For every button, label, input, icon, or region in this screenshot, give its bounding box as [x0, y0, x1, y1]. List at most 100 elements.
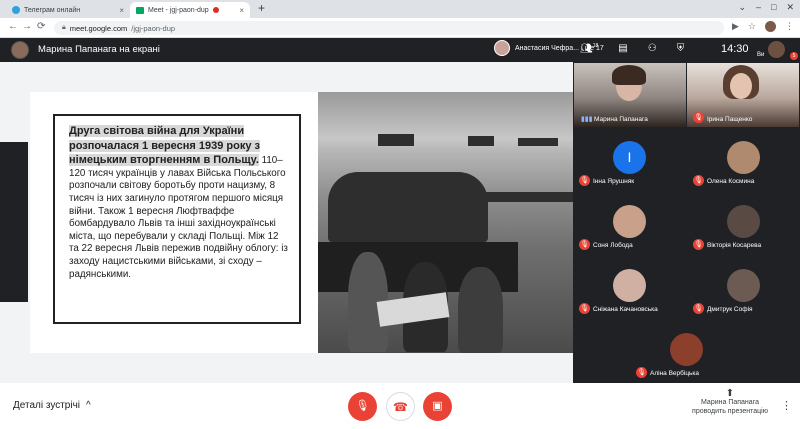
participant-tile[interactable]: 🎙︎ Олена Космина	[687, 128, 800, 192]
browser-tabbar: Телеграм онлайн × Meet - jgj-paon-dup × …	[0, 0, 800, 18]
url-path: /jgj-paon-dup	[131, 23, 176, 33]
meet-header: Марина Папанага на екрані Анастасия Чефр…	[0, 38, 800, 62]
new-tab-button[interactable]: +	[258, 1, 265, 15]
participant-name: Сніжана Качановська	[593, 306, 658, 313]
window-controls: ⌄ – □ ✕	[738, 2, 794, 13]
participant-tile[interactable]: ▮▮▮ Марина Папанага	[574, 63, 686, 127]
slide-body: 110–120 тисяч українців у лавах Війська …	[69, 155, 288, 280]
meet-icon	[136, 6, 144, 14]
participant-tile[interactable]: 🎙︎ Сніжана Качановська	[573, 256, 686, 320]
leave-call-button[interactable]: ☎︎	[386, 392, 415, 421]
photo-tank-gun	[478, 192, 573, 202]
meeting-time: 14:30	[721, 43, 749, 55]
participant-avatar	[613, 205, 646, 238]
notification-badge: 5	[790, 52, 798, 60]
back-icon[interactable]: ←	[8, 21, 18, 32]
people-count: 18	[592, 43, 599, 49]
participant-avatar	[494, 40, 510, 56]
tab-title: Meet - jgj-paon-dup	[148, 6, 209, 14]
camera-off-icon: ▣	[432, 400, 443, 412]
mic-off-icon: 🎙︎	[355, 400, 370, 412]
close-tab-icon[interactable]: ×	[239, 6, 244, 15]
participant-avatar: І	[613, 141, 646, 174]
profile-avatar[interactable]	[765, 21, 776, 32]
browser-actions: ▶︎ ☆ ⋮	[732, 21, 794, 32]
url-input[interactable]: 🔒︎ meet.google.com/jgj-paon-dup	[54, 21, 724, 35]
meet-header-icons: 👥︎18 ▤ ⚇ ⛨	[580, 43, 684, 54]
forward-icon[interactable]: →	[22, 21, 32, 32]
participant-face	[730, 73, 752, 99]
minimize-icon[interactable]: –	[756, 2, 761, 13]
participant-avatar	[613, 269, 646, 302]
self-avatar[interactable]	[768, 41, 785, 58]
presentation-status-button[interactable]: ⬆︎ Марина Папанага проводить презентацію	[690, 389, 770, 416]
participant-avatar	[727, 205, 760, 238]
bookmark-star-icon[interactable]: ☆	[748, 21, 756, 32]
close-tab-icon[interactable]: ×	[119, 6, 124, 15]
slide-textbox: Друга світова війна для України розпочал…	[53, 114, 301, 324]
tab-search-icon[interactable]: ⌄	[738, 2, 746, 13]
hang-up-icon: ☎︎	[393, 400, 408, 414]
participant-tile[interactable]: І 🎙︎ Інна Ярушняк	[573, 128, 686, 192]
lock-icon: 🔒︎	[62, 24, 66, 31]
safety-icon[interactable]: ⛨	[677, 43, 685, 54]
meeting-details-label: Деталі зустрічі	[13, 400, 81, 411]
more-options-icon[interactable]: ⋮	[781, 399, 792, 412]
participant-name: Олена Космина	[707, 178, 755, 185]
people-icon[interactable]: 👥︎18	[580, 43, 598, 54]
browser-menu-icon[interactable]: ⋮	[785, 21, 794, 32]
mic-off-icon: 🎙︎	[579, 303, 590, 314]
photo-distant-tank	[468, 136, 494, 146]
participant-name: Вікторія Косарева	[707, 242, 762, 249]
meeting-details-button[interactable]: Деталі зустрічі ^	[13, 400, 91, 411]
camera-indicator-icon[interactable]: ▶︎	[732, 21, 739, 32]
presenter-avatar	[11, 41, 29, 59]
presenting-title: Марина Папанага на екрані	[38, 44, 160, 55]
meeting-controls-bar: Деталі зустрічі ^ 🎙︎ ☎︎ ▣ ⬆︎ Марина Папа…	[0, 383, 800, 429]
activities-icon[interactable]: ⚇	[648, 43, 657, 54]
photo-soldier	[458, 267, 503, 353]
photo-main-tank	[328, 172, 488, 242]
tab-meet[interactable]: Meet - jgj-paon-dup ×	[130, 2, 250, 18]
present-screen-icon: ⬆︎	[725, 388, 735, 399]
participant-avatar	[727, 269, 760, 302]
participant-tile[interactable]: 🎙︎ Аліна Вербіцька	[630, 320, 743, 384]
chevron-up-icon: ^	[86, 400, 91, 411]
presenting-status: проводить презентацію	[692, 408, 768, 415]
telegram-icon	[12, 6, 20, 14]
participant-tile[interactable]: 🎙︎ Соня Лобода	[573, 192, 686, 256]
participant-tile[interactable]: 🎙︎ Вікторія Косарева	[687, 192, 800, 256]
participant-name: Марина Папанага	[594, 116, 648, 123]
mic-off-icon: 🎙︎	[579, 175, 590, 186]
mic-toggle-button[interactable]: 🎙︎	[348, 392, 377, 421]
mic-off-icon: 🎙︎	[693, 239, 704, 250]
close-window-icon[interactable]: ✕	[786, 2, 794, 13]
presenter-name: Марина Папанага	[701, 399, 759, 406]
maximize-icon[interactable]: □	[771, 2, 776, 13]
participant-avatar	[727, 141, 760, 174]
mic-off-icon: 🎙︎	[693, 112, 704, 123]
participant-tile[interactable]: 🎙︎ Дмитрук Софія	[687, 256, 800, 320]
presentation-slide: Друга світова війна для України розпочал…	[30, 92, 573, 353]
chat-icon[interactable]: ▤	[618, 43, 627, 54]
address-bar: ← → ⟳ 🔒︎ meet.google.com/jgj-paon-dup ▶︎…	[0, 18, 800, 38]
presentation-side-strip	[0, 142, 28, 302]
participant-avatar	[670, 333, 703, 366]
participant-name: Аліна Вербіцька	[650, 370, 700, 377]
participant-name: Дмитрук Софія	[707, 306, 753, 313]
speaking-icon: ▮▮▮	[581, 116, 593, 123]
camera-toggle-button[interactable]: ▣	[423, 392, 452, 421]
tab-title: Телеграм онлайн	[24, 6, 81, 14]
self-label: Ви	[757, 52, 765, 58]
participant-name: Ірина Пащенко	[707, 116, 753, 123]
reload-icon[interactable]: ⟳	[37, 21, 45, 32]
url-host: meet.google.com	[69, 23, 128, 33]
participant-hair	[612, 65, 646, 85]
participant-name: Соня Лобода	[593, 242, 633, 249]
photo-distant-tank	[518, 138, 558, 146]
tab-telegram[interactable]: Телеграм онлайн ×	[6, 2, 130, 18]
presentation-stage: Друга світова війна для України розпочал…	[0, 62, 573, 383]
slide-photo	[318, 92, 573, 353]
recording-icon	[212, 7, 219, 13]
participant-tile[interactable]: 🎙︎ Ірина Пащенко	[687, 63, 799, 127]
